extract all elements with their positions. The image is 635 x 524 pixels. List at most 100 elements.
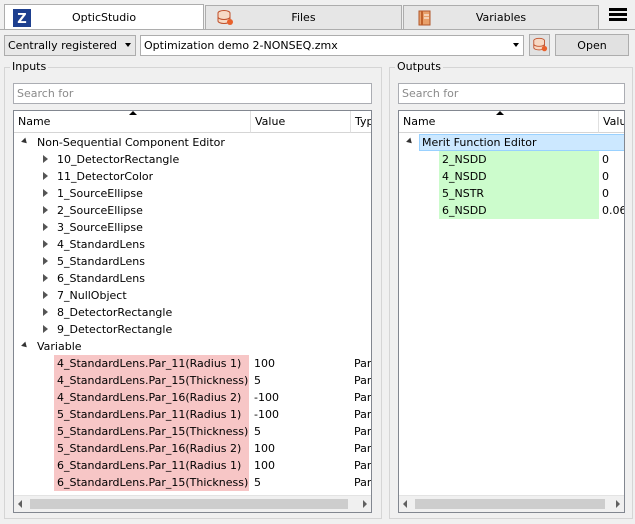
tree-group-row[interactable]: Non-Sequential Component Editor bbox=[14, 134, 371, 151]
variable-name: 4_StandardLens.Par_15(Thickness) bbox=[54, 372, 249, 389]
variable-value[interactable]: 5 bbox=[254, 423, 349, 440]
tree-item-row[interactable]: 8_DetectorRectangle bbox=[14, 304, 371, 321]
tree-item-label: 10_DetectorRectangle bbox=[57, 153, 180, 166]
variable-name: 5_StandardLens.Par_16(Radius 2) bbox=[54, 440, 249, 457]
tree-item-row[interactable]: 11_DetectorColor bbox=[14, 168, 371, 185]
tab-opticstudio[interactable]: Z OpticStudio bbox=[4, 4, 204, 30]
variable-name: 4_StandardLens.Par_16(Radius 2) bbox=[54, 389, 249, 406]
open-button-label: Open bbox=[577, 38, 607, 52]
operand-row[interactable]: 4_NSDD 0 bbox=[399, 168, 624, 185]
tree-item-label: 7_NullObject bbox=[57, 289, 127, 302]
inputs-horizontal-scrollbar[interactable] bbox=[14, 495, 371, 512]
operand-row[interactable]: 2_NSDD 0 bbox=[399, 151, 624, 168]
tree-group-label: Non-Sequential Component Editor bbox=[37, 136, 225, 149]
variable-value[interactable]: 100 bbox=[254, 440, 349, 457]
outputs-label: Outputs bbox=[395, 60, 443, 73]
expand-arrow-icon[interactable] bbox=[43, 325, 48, 333]
tree-item-row[interactable]: 7_NullObject bbox=[14, 287, 371, 304]
variable-value[interactable]: -100 bbox=[254, 406, 349, 423]
variable-name: 6_StandardLens.Par_15(Thickness) bbox=[54, 474, 249, 491]
collapse-arrow-icon[interactable] bbox=[406, 137, 414, 146]
tree-group-label: Variable bbox=[37, 340, 82, 353]
variable-row[interactable]: 5_StandardLens.Par_11(Radius 1) -100 Par bbox=[14, 406, 372, 423]
variable-row[interactable]: 6_StandardLens.Par_15(Thickness) 5 Par bbox=[14, 474, 371, 491]
tree-item-label: 6_StandardLens bbox=[57, 272, 145, 285]
variable-type: Par bbox=[354, 391, 372, 404]
tree-item-row[interactable]: 3_SourceEllipse bbox=[14, 219, 371, 236]
outputs-search-input[interactable]: Search for bbox=[398, 83, 625, 104]
tab-variables[interactable]: Variables bbox=[403, 5, 599, 29]
tree-item-row[interactable]: 2_SourceEllipse bbox=[14, 202, 371, 219]
scroll-right-icon[interactable] bbox=[363, 500, 367, 508]
tree-item-row[interactable]: 5_StandardLens bbox=[14, 253, 371, 270]
variable-value[interactable]: 5 bbox=[254, 372, 349, 389]
scrollbar-thumb[interactable] bbox=[415, 499, 605, 509]
tree-item-label: 1_SourceEllipse bbox=[57, 187, 143, 200]
tree-item-label: 4_StandardLens bbox=[57, 238, 145, 251]
variable-row[interactable]: 6_StandardLens.Par_11(Radius 1) 100 Par bbox=[14, 457, 371, 474]
variable-row[interactable]: 5_StandardLens.Par_16(Radius 2) 100 Par bbox=[14, 440, 372, 457]
chevron-down-icon bbox=[513, 43, 519, 47]
collapse-arrow-icon[interactable] bbox=[21, 341, 29, 350]
expand-arrow-icon[interactable] bbox=[43, 206, 48, 214]
tree-group-row[interactable]: Merit Function Editor bbox=[399, 134, 624, 151]
tree-item-label: 3_SourceEllipse bbox=[57, 221, 143, 234]
collapse-arrow-icon[interactable] bbox=[21, 137, 29, 146]
variable-value[interactable]: 100 bbox=[254, 457, 349, 474]
scrollbar-thumb[interactable] bbox=[30, 499, 348, 509]
open-button[interactable]: Open bbox=[555, 34, 629, 56]
hamburger-menu-icon[interactable] bbox=[609, 8, 627, 24]
expand-arrow-icon[interactable] bbox=[43, 172, 48, 180]
tree-item-row[interactable]: 4_StandardLens bbox=[14, 236, 371, 253]
tree-item-row[interactable]: 9_DetectorRectangle bbox=[14, 321, 371, 338]
tree-group-row[interactable]: Variable bbox=[14, 338, 371, 355]
variable-row[interactable]: 4_StandardLens.Par_11(Radius 1) 100 Par bbox=[14, 355, 372, 372]
tree-item-row[interactable]: 10_DetectorRectangle bbox=[14, 151, 371, 168]
sort-ascending-icon bbox=[496, 111, 504, 115]
variable-type: Par bbox=[354, 442, 372, 455]
operand-row[interactable]: 6_NSDD 0.06 bbox=[399, 202, 624, 219]
outputs-tree-grid[interactable]: Name Value Merit Function Editor 2_NSDD0… bbox=[398, 110, 625, 513]
variable-type: Par bbox=[354, 357, 372, 370]
variable-row[interactable]: 4_StandardLens.Par_16(Radius 2) -100 Par bbox=[14, 389, 372, 406]
tree-item-label: 2_SourceEllipse bbox=[57, 204, 143, 217]
variable-value[interactable]: 5 bbox=[254, 474, 349, 491]
tab-divider bbox=[0, 29, 635, 30]
variable-row[interactable]: 4_StandardLens.Par_15(Thickness) 5 Par bbox=[14, 372, 371, 389]
tree-item-label: 11_DetectorColor bbox=[57, 170, 154, 183]
variable-value[interactable]: 100 bbox=[254, 355, 349, 372]
variable-row[interactable]: 5_StandardLens.Par_15(Thickness) 5 Par bbox=[14, 423, 371, 440]
tree-item-row[interactable]: 6_StandardLens bbox=[14, 270, 371, 287]
expand-arrow-icon[interactable] bbox=[43, 155, 48, 163]
scroll-left-icon[interactable] bbox=[403, 500, 407, 508]
tree-item-row[interactable]: 1_SourceEllipse bbox=[14, 185, 371, 202]
tree-item-label: 8_DetectorRectangle bbox=[57, 306, 173, 319]
tree-item-label: 5_StandardLens bbox=[57, 255, 145, 268]
inputs-label: Inputs bbox=[10, 60, 49, 73]
inputs-tree-grid[interactable]: Name Value Type Non-Sequential Component… bbox=[13, 110, 372, 513]
tab-files[interactable]: Files bbox=[205, 5, 402, 29]
expand-arrow-icon[interactable] bbox=[43, 189, 48, 197]
browse-database-button[interactable] bbox=[529, 34, 550, 56]
expand-arrow-icon[interactable] bbox=[43, 274, 48, 282]
scroll-right-icon[interactable] bbox=[616, 500, 620, 508]
outputs-horizontal-scrollbar[interactable] bbox=[399, 495, 624, 512]
registration-mode-select[interactable]: Centrally registered bbox=[4, 35, 136, 56]
scroll-left-icon[interactable] bbox=[18, 500, 22, 508]
column-header-value[interactable]: Value bbox=[599, 111, 624, 133]
operand-name: 2_NSDD bbox=[439, 151, 599, 168]
operand-value: 0 bbox=[602, 170, 609, 183]
column-header-type[interactable]: Type bbox=[351, 111, 371, 133]
operand-name: 6_NSDD bbox=[439, 202, 599, 219]
variable-type: Par bbox=[354, 408, 372, 421]
file-select[interactable]: Optimization demo 2-NONSEQ.zmx bbox=[140, 35, 524, 56]
expand-arrow-icon[interactable] bbox=[43, 223, 48, 231]
operand-row[interactable]: 5_NSTR 0 bbox=[399, 185, 624, 202]
inputs-search-input[interactable]: Search for bbox=[13, 83, 372, 104]
expand-arrow-icon[interactable] bbox=[43, 257, 48, 265]
column-header-value[interactable]: Value bbox=[251, 111, 351, 133]
variable-value[interactable]: -100 bbox=[254, 389, 349, 406]
expand-arrow-icon[interactable] bbox=[43, 291, 48, 299]
expand-arrow-icon[interactable] bbox=[43, 308, 48, 316]
expand-arrow-icon[interactable] bbox=[43, 240, 48, 248]
